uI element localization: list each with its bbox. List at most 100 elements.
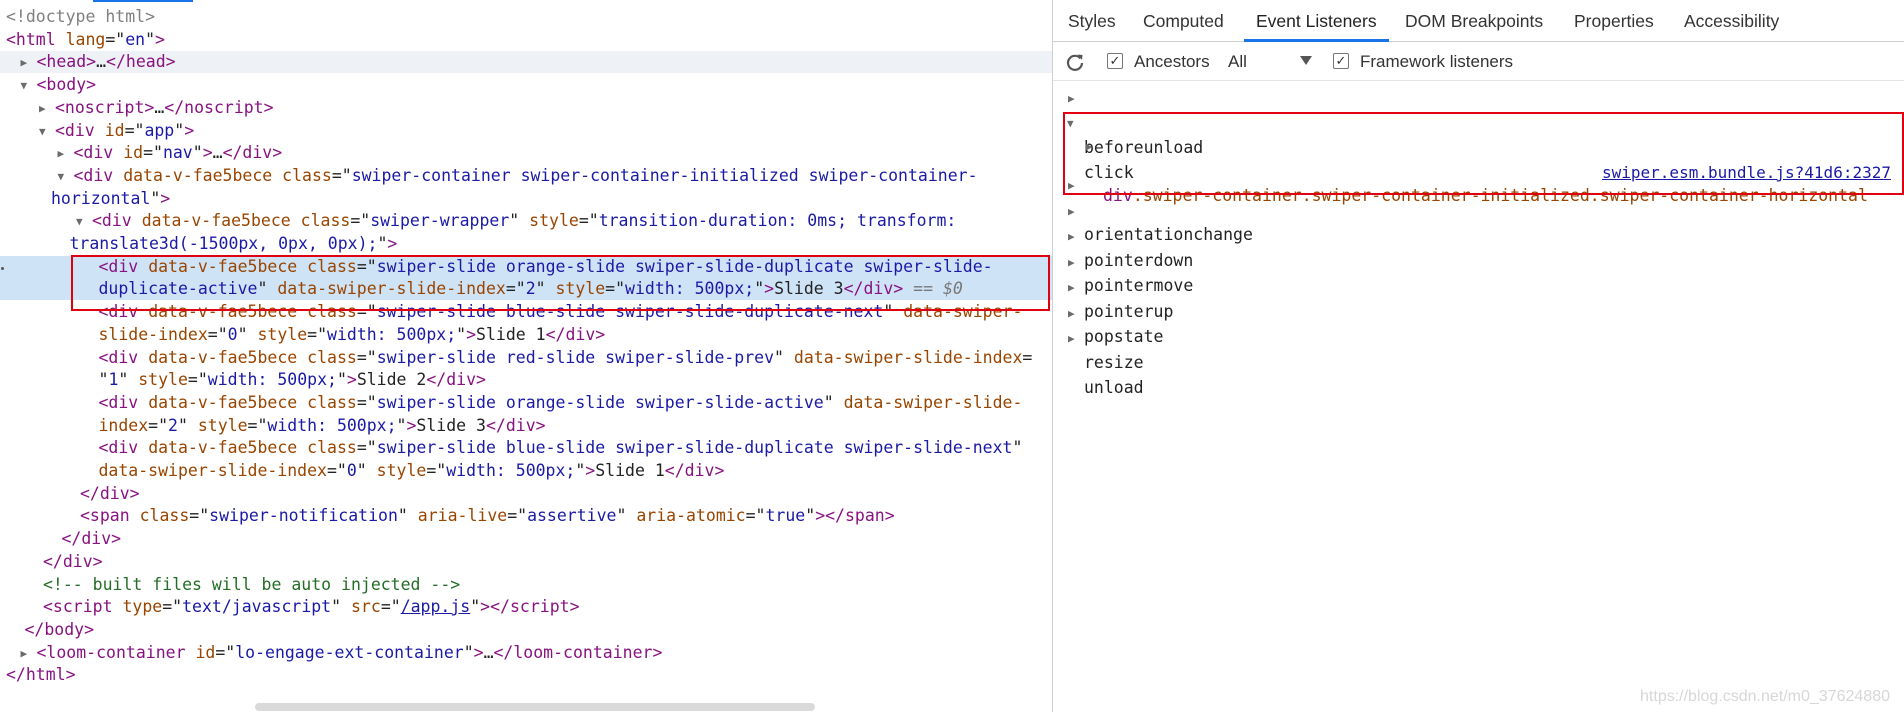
dom-tree-line[interactable]: ▼ <div data-v-fae5bece class="swiper-wrap… [0,210,1052,232]
expand-triangle-icon[interactable]: ▶ [1068,199,1075,224]
dom-code: <div data-v-fae5bece class="swiper-wrapp… [92,211,957,230]
dom-code: translate3d(-1500px, 0px, 0px);"> [69,234,398,253]
event-item-pointerup[interactable]: ▶ pointerup [1053,249,1904,321]
event-listeners-toolbar: ✓ Ancestors All ✓ Framework listeners [1053,42,1904,81]
chevron-down-icon[interactable] [1300,56,1312,66]
expand-triangle-icon[interactable]: ▶ [1068,326,1075,351]
dom-tree-line[interactable]: ▼ <body> [0,74,1052,96]
dom-code: <div id="nav">…</div> [73,143,283,162]
dom-code: </html> [6,665,76,684]
dom-code: </div> [43,552,103,571]
dom-code: slide-index="0" style="width: 500px;">Sl… [98,325,606,344]
event-item-beforeunload[interactable]: ▶ beforeunload [1053,85,1904,157]
expand-triangle-icon[interactable]: ▶ [1068,250,1075,275]
expand-triangle-icon[interactable]: ▶ [58,143,65,165]
framework-listeners-label: Framework listeners [1360,52,1514,71]
collapse-triangle-icon[interactable]: ▼ [58,166,65,188]
dom-code: <div data-v-fae5bece class="swiper-slide… [98,348,1033,367]
event-item-resize[interactable]: ▶ resize [1053,300,1904,372]
framework-listeners-checkbox[interactable]: ✓ [1333,53,1349,69]
expand-triangle-icon[interactable]: ▶ [1068,275,1075,300]
dom-code: <span class="swiper-notification" aria-l… [80,506,895,525]
expand-triangle-icon[interactable]: ▶ [21,643,28,665]
horizontal-scrollbar[interactable] [255,703,815,711]
dom-tree-line[interactable]: slide-index="0" style="width: 500px;">Sl… [0,324,1052,346]
collapse-triangle-icon[interactable]: ▼ [39,121,46,143]
tab-accessibility[interactable]: Accessibility [1684,0,1779,41]
event-item-popstate[interactable]: ▶ popstate [1053,274,1904,346]
dom-tree-line[interactable]: </div> [0,551,1052,573]
dom-tree-line[interactable]: ▼ <div data-v-fae5bece class="swiper-cont… [0,165,1052,187]
expand-triangle-icon[interactable]: ▶ [1068,224,1075,249]
dom-code: horizontal"> [51,189,171,208]
dom-tree-line[interactable]: ▶ <div id="nav">…</div> [0,142,1052,164]
dom-code: </body> [24,620,95,639]
dom-tree-line[interactable]: ▼ <div id="app"> [0,120,1052,142]
collapse-triangle-icon[interactable]: ▼ [21,75,28,97]
expand-triangle-icon[interactable]: ▶ [1068,301,1075,326]
collapse-triangle-icon[interactable]: ▼ [76,211,83,233]
dom-tree-line[interactable]: <div data-v-fae5bece class="swiper-slide… [0,347,1052,369]
dom-tree-line[interactable]: ▶ <loom-container id="lo-engage-ext-conta… [0,642,1052,664]
dom-code: <html lang="en"> [6,30,165,49]
selection-marker [1,267,4,270]
watermark: https://blog.csdn.net/m0_37624880 [1640,688,1890,705]
dom-code: <head>…</head> [36,52,176,71]
tab-computed[interactable]: Computed [1143,0,1224,41]
dom-tree-line[interactable]: ▶ <noscript>…</noscript> [0,97,1052,119]
dom-tree-line[interactable]: translate3d(-1500px, 0px, 0px);"> [0,233,1052,255]
dom-code: index="2" style="width: 500px;">Slide 3<… [98,416,546,435]
dom-code: <body> [36,75,97,94]
refresh-icon[interactable] [1065,52,1085,72]
dom-tree-line[interactable]: horizontal"> [0,188,1052,210]
dom-tree-line[interactable]: <span class="swiper-notification" aria-l… [0,505,1052,527]
expand-triangle-icon[interactable]: ▶ [21,52,28,74]
dom-code: <!-- built files will be auto injected -… [43,575,461,594]
dom-code: <loom-container id="lo-engage-ext-contai… [36,643,663,662]
dom-code: </div> [61,529,122,548]
dom-tree-line[interactable]: <html lang="en"> [0,29,1052,51]
dom-tree-line[interactable]: </body> [0,619,1052,641]
expand-triangle-icon[interactable]: ▶ [39,98,46,120]
dom-code: data-swiper-slide-index="0" style="width… [98,461,725,480]
dom-code: "1" style="width: 500px;">Slide 2</div> [98,370,486,389]
dom-tree-line[interactable]: </div> [0,528,1052,550]
sidebar-pane: Styles Computed Event Listeners DOM Brea… [1053,0,1904,712]
tab-styles[interactable]: Styles [1068,0,1116,41]
dom-tree-line[interactable]: "1" style="width: 500px;">Slide 2</div> [0,369,1052,391]
tab-dom-breakpoints[interactable]: DOM Breakpoints [1405,0,1543,41]
dom-tree-line[interactable]: <div data-v-fae5bece class="swiper-slide… [0,437,1052,459]
dom-code: <div data-v-fae5bece class="swiper-conta… [73,166,978,185]
dom-tree-line[interactable]: data-swiper-slide-index="0" style="width… [0,460,1052,482]
annotation-box-selected-node [71,255,1050,311]
expand-triangle-icon[interactable]: ▶ [1068,86,1075,111]
dom-code: <div data-v-fae5bece class="swiper-slide… [98,438,1023,457]
dom-code: <div data-v-fae5bece class="swiper-slide… [98,393,1023,412]
dom-tree-line[interactable]: ▶ <head>…</head> [0,51,1052,73]
dom-code: </div> [80,484,140,503]
dom-code: <!doctype html> [6,7,156,26]
dom-tree-line[interactable]: <!-- built files will be auto injected -… [0,574,1052,596]
filter-select[interactable]: All [1228,42,1247,80]
ancestors-label: Ancestors [1134,52,1210,71]
dom-tree-line[interactable]: </html> [0,664,1052,686]
active-panel-indicator [93,0,193,2]
annotation-box-click-listener [1063,112,1904,195]
dom-tree-line[interactable]: index="2" style="width: 500px;">Slide 3<… [0,415,1052,437]
dom-code: <div id="app"> [55,121,195,140]
dom-tree-line[interactable]: <!doctype html> [0,6,1052,28]
event-name: unload [1084,378,1144,397]
dom-code: <script type="text/javascript" src="/app… [43,597,580,616]
ancestors-checkbox[interactable]: ✓ [1107,53,1123,69]
tab-event-listeners[interactable]: Event Listeners [1244,0,1389,42]
tab-properties[interactable]: Properties [1574,0,1654,41]
dom-code: <noscript>…</noscript> [55,98,274,117]
dom-tree-line[interactable]: <script type="text/javascript" src="/app… [0,596,1052,618]
event-item-unload[interactable]: ▶ unload [1053,325,1904,397]
event-item-pointerdown[interactable]: ▶ pointerdown [1053,198,1904,270]
event-item-pointermove[interactable]: ▶ pointermove [1053,223,1904,295]
dom-tree-line[interactable]: <div data-v-fae5bece class="swiper-slide… [0,392,1052,414]
dom-tree-line[interactable]: </div> [0,483,1052,505]
elements-panel[interactable]: <!doctype html> <html lang="en"> ▶ <head>…<… [0,0,1052,712]
sidebar-tabbar: Styles Computed Event Listeners DOM Brea… [1053,0,1904,42]
